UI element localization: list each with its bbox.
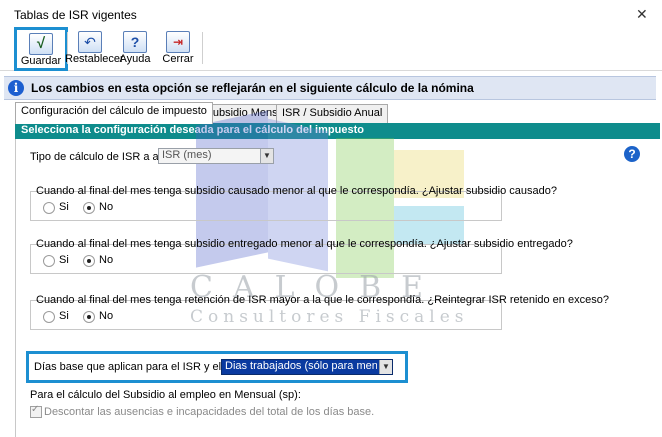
isr-type-value: ISR (mes) <box>162 149 212 161</box>
info-icon: i <box>8 80 24 96</box>
radio-entregado-no[interactable] <box>83 255 95 267</box>
isr-type-select[interactable]: ISR (mes) ▼ <box>158 148 274 164</box>
chevron-down-icon[interactable]: ▼ <box>260 149 273 163</box>
undo-icon: ↶ <box>78 31 102 53</box>
radio-entregado-si[interactable] <box>43 255 55 267</box>
help-button-label: Ayuda <box>119 53 151 65</box>
radio-label: Si <box>59 310 69 322</box>
radio-retencion-no[interactable] <box>83 311 95 323</box>
dias-base-value: Dias trabajados (sólo para mensual sp) <box>225 360 377 372</box>
group-subsidio-entregado: Cuando al final del mes tenga subsidio e… <box>30 238 573 274</box>
reset-button-label: Restablecer <box>65 53 124 65</box>
exit-door-icon: ⇥ <box>166 31 190 53</box>
reset-button[interactable]: ↶ Restablecer <box>65 28 124 68</box>
tab-configuracion[interactable]: Configuración del cálculo de impuesto <box>15 102 213 124</box>
radio-retencion-si[interactable] <box>43 311 55 323</box>
group-title: Cuando al final del mes tenga subsidio e… <box>36 238 573 250</box>
close-button[interactable]: ⇥ Cerrar <box>158 28 198 68</box>
save-button[interactable]: √ Guardar <box>14 27 68 71</box>
question-icon: ? <box>123 31 147 53</box>
group-subsidio-causado: Cuando al final del mes tenga subsidio c… <box>30 185 557 221</box>
dias-base-select[interactable]: Dias trabajados (sólo para mensual sp) ▼ <box>221 359 393 375</box>
section-header: Selecciona la configuración deseada para… <box>15 123 660 139</box>
radio-label: No <box>99 310 114 322</box>
title-bar: Tablas de ISR vigentes ✕ <box>0 0 662 28</box>
radio-label: Si <box>59 201 69 213</box>
chevron-down-icon[interactable]: ▼ <box>379 360 392 374</box>
group-retencion-isr: Cuando al final del mes tenga retención … <box>30 294 609 330</box>
radio-label: No <box>99 201 114 213</box>
toolbar-separator <box>202 32 203 64</box>
discount-label: Descontar las ausencias e incapacidades … <box>44 406 375 418</box>
checkmark-icon: √ <box>29 33 53 55</box>
radio-causado-si[interactable] <box>43 202 55 214</box>
close-button-label: Cerrar <box>162 53 194 65</box>
tab-isr-anual[interactable]: ISR / Subsidio Anual <box>276 104 389 123</box>
group-title: Cuando al final del mes tenga subsidio c… <box>36 185 557 197</box>
info-banner: i Los cambios en esta opción se reflejar… <box>4 76 656 100</box>
help-button[interactable]: ? Ayuda <box>117 28 153 68</box>
group-title: Cuando al final del mes tenga retención … <box>36 294 609 306</box>
radio-label: Si <box>59 254 69 266</box>
discount-checkbox[interactable] <box>30 404 42 418</box>
save-button-label: Guardar <box>20 55 62 67</box>
dias-base-highlight: Días base que aplican para el ISR y el S… <box>26 351 408 383</box>
subsidio-label: Para el cálculo del Subsidio al empleo e… <box>30 389 301 401</box>
radio-label: No <box>99 254 114 266</box>
toolbar: √ Guardar ↶ Restablecer ? Ayuda ⇥ Cerrar <box>0 27 662 71</box>
close-icon[interactable]: ✕ <box>636 6 648 23</box>
window-title: Tablas de ISR vigentes <box>14 8 137 22</box>
help-icon[interactable]: ? <box>624 146 640 162</box>
radio-causado-no[interactable] <box>83 202 95 214</box>
info-banner-text: Los cambios en esta opción se reflejarán… <box>31 81 474 95</box>
